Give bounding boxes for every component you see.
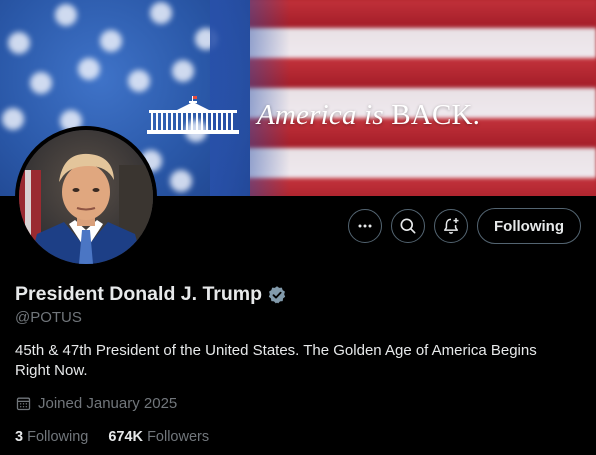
following-label: Following [27,429,89,445]
avatar-portrait [19,130,153,264]
white-house-icon [147,96,239,134]
profile-handle: @POTUS [15,309,82,326]
joined-label: Joined January 2025 [38,395,178,412]
notify-icon [444,218,459,234]
notify-button[interactable] [434,209,469,243]
following-count-link[interactable]: 3 Following [15,429,88,445]
more-button[interactable] [348,209,383,243]
joined-date: Joined January 2025 [15,395,177,412]
profile-name-row: President Donald J. Trump [15,283,287,306]
followers-count: 674K [108,429,144,445]
following-button[interactable]: Following [477,208,581,244]
display-name: President Donald J. Trump [15,283,263,305]
avatar[interactable] [15,126,157,268]
profile-bio: 45th & 47th President of the United Stat… [15,342,537,379]
verified-badge-icon[interactable] [267,285,287,305]
profile-stats: 3 Following 674K Followers [15,429,209,445]
banner-slogan-caps: BACK. [391,99,481,131]
calendar-icon [16,397,31,411]
followers-count-link[interactable]: 674K Followers [108,429,209,445]
search-icon [400,218,416,234]
following-count: 3 [15,429,24,445]
followers-label: Followers [147,429,210,445]
more-icon [358,224,372,228]
banner-slogan-italic: America is [257,99,392,131]
profile-actions: Following [348,208,581,244]
banner-slogan: America is BACK. [257,99,480,132]
search-button[interactable] [391,209,426,243]
